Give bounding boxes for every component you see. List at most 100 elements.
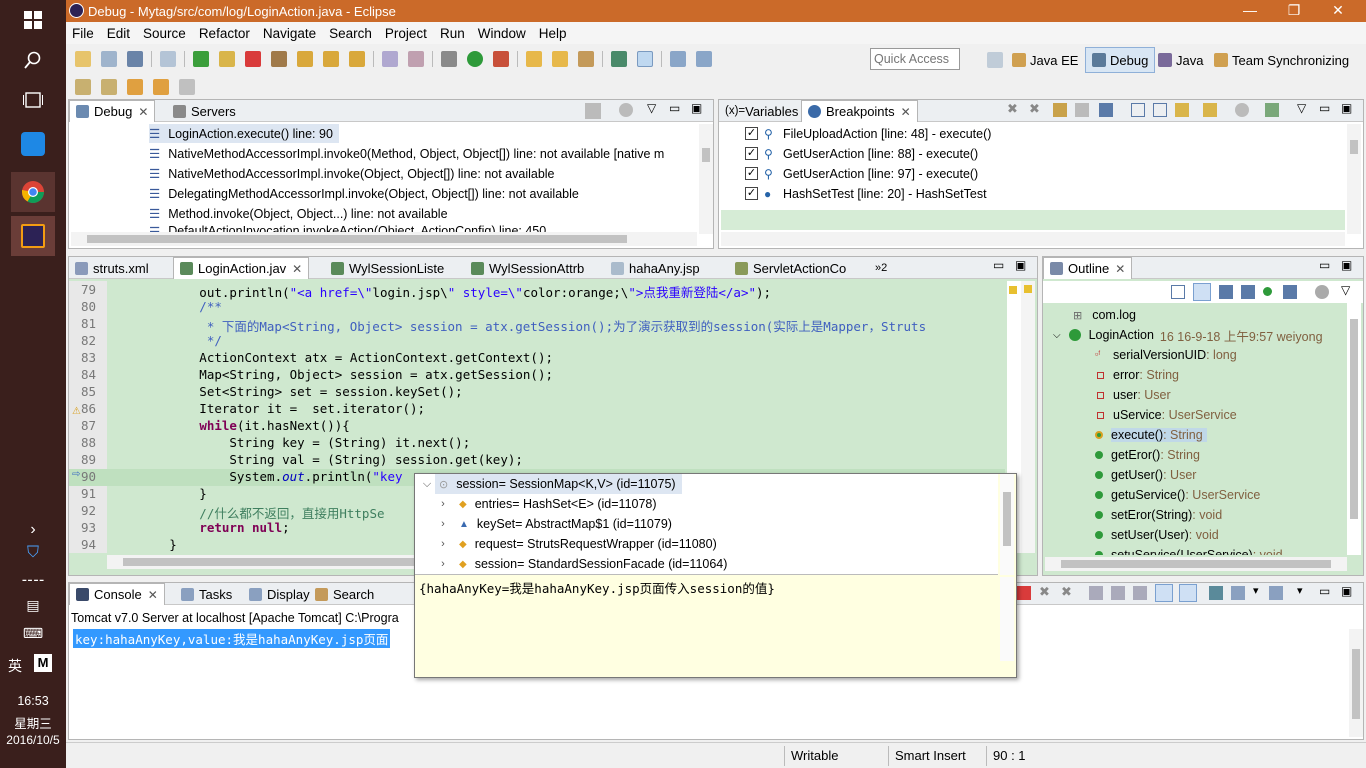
clock-time[interactable]: 16:53 xyxy=(0,694,66,708)
variable-row[interactable]: › ◆ request= StrutsRequestWrapper (id=1108… xyxy=(435,534,717,554)
minimize-view-icon[interactable]: ▭ xyxy=(669,101,680,115)
word-wrap-icon[interactable] xyxy=(1133,586,1147,600)
tab-servletactionco[interactable]: ServletActionCo xyxy=(729,257,852,279)
hide-fields-icon[interactable] xyxy=(1219,285,1233,299)
mark-occurrences-icon[interactable] xyxy=(637,51,653,67)
prev-annotation-icon[interactable] xyxy=(101,79,117,95)
keyboard-icon[interactable]: ⌨ xyxy=(11,620,55,646)
minimize-view-icon[interactable]: ▭ xyxy=(1319,258,1330,272)
breakpoint-checkbox[interactable]: ✓ xyxy=(745,147,758,160)
expand-arrow-icon[interactable]: › xyxy=(435,498,451,510)
view-dropdown-icon[interactable]: ▽ xyxy=(1341,283,1350,297)
code-line[interactable]: 86 Iterator it = set.iterator(); xyxy=(69,401,1005,418)
collapse-all-icon[interactable] xyxy=(1153,103,1167,117)
outline-package[interactable]: ⊞ com.log xyxy=(1073,305,1136,325)
breakpoint-checkbox[interactable]: ✓ xyxy=(745,127,758,140)
console-vertical-scrollbar[interactable] xyxy=(1349,629,1363,737)
external-tools-icon[interactable] xyxy=(493,51,509,67)
view-dropdown-icon[interactable]: ▽ xyxy=(647,101,656,115)
notification-icon[interactable]: ▤ xyxy=(11,592,55,618)
maximize-view-icon[interactable]: ▣ xyxy=(1015,258,1026,272)
step-over-icon[interactable] xyxy=(323,51,339,67)
tab-debug[interactable]: Debug ✕ xyxy=(69,100,156,122)
save-icon[interactable] xyxy=(101,51,117,67)
outline-class[interactable]: ⌵ LoginAction 16 16-9-18 上午9:57 weiyong xyxy=(1053,325,1323,345)
variable-tree-scrollbar[interactable] xyxy=(1000,474,1014,575)
resume-icon[interactable] xyxy=(193,51,209,67)
link-editor-icon[interactable] xyxy=(1175,103,1189,117)
tab-tasks[interactable]: Tasks xyxy=(175,583,238,605)
tab-loginaction-java[interactable]: LoginAction.jav ✕ xyxy=(173,257,310,279)
maximize-view-icon[interactable]: ▣ xyxy=(1341,258,1352,272)
sort-icon[interactable] xyxy=(1193,283,1211,301)
tab-console[interactable]: Console ✕ xyxy=(69,583,165,605)
show-on-stdout-icon[interactable] xyxy=(1155,584,1173,602)
app-icon[interactable] xyxy=(11,124,55,164)
breakpoint-checkbox[interactable]: ✓ xyxy=(745,187,758,200)
code-line[interactable]: 85 Set<String> set = session.keySet(); xyxy=(69,384,1005,401)
variable-row[interactable]: › ◆ entries= HashSet<E> (id=11078) xyxy=(435,494,656,514)
maximize-icon[interactable]: ❐ xyxy=(1277,2,1311,19)
debug-vertical-scrollbar[interactable] xyxy=(699,124,713,234)
variable-value-detail[interactable]: {hahaAnyKey=我是hahaAnyKey.jsp页面传入session的… xyxy=(419,578,775,597)
menu-source[interactable]: Source xyxy=(143,26,186,41)
maximize-view-icon[interactable]: ▣ xyxy=(1341,101,1352,115)
windows-start-icon[interactable] xyxy=(11,0,55,40)
tab-search[interactable]: Search xyxy=(309,583,380,605)
collapse-all-icon[interactable] xyxy=(1171,285,1185,299)
save-all-icon[interactable] xyxy=(127,51,143,67)
variable-row-session[interactable]: ⌵ ⊙ session= SessionMap<K,V> (id=11075) xyxy=(415,474,998,494)
breakpoint-detail-area[interactable] xyxy=(721,210,1345,230)
run-icon[interactable] xyxy=(467,51,483,67)
breakpoint-item[interactable]: ✓ ● HashSetTest [line: 20] - HashSetTest xyxy=(745,184,987,203)
task-view-icon[interactable] xyxy=(11,80,55,120)
input-language[interactable]: 英 xyxy=(8,656,22,676)
tab-servers[interactable]: Servers xyxy=(167,100,242,122)
expand-arrow-icon[interactable]: › xyxy=(435,538,451,550)
outline-member[interactable]: getEror() : String xyxy=(1095,445,1200,465)
close-tab-icon[interactable]: ✕ xyxy=(148,588,158,602)
view-menu-icon[interactable] xyxy=(619,103,633,117)
menu-refactor[interactable]: Refactor xyxy=(199,26,250,41)
breakpoints-horizontal-scrollbar[interactable] xyxy=(721,232,1345,246)
search-icon[interactable] xyxy=(11,40,55,80)
chrome-icon[interactable] xyxy=(11,172,55,212)
maximize-view-icon[interactable]: ▣ xyxy=(1341,584,1352,598)
breakpoint-checkbox[interactable]: ✓ xyxy=(745,167,758,180)
maximize-view-icon[interactable]: ▣ xyxy=(691,101,702,115)
tab-overflow[interactable]: »2 xyxy=(869,257,893,279)
back-icon[interactable] xyxy=(153,79,169,95)
stack-frame[interactable]: ☰ Method.invoke(Object, Object...) line: … xyxy=(149,204,448,223)
tab-breakpoints[interactable]: Breakpoints ✕ xyxy=(801,100,918,122)
code-line[interactable]: 80 /** xyxy=(69,299,1005,316)
eclipse-taskbar-icon[interactable] xyxy=(11,216,55,256)
outline-vertical-scrollbar[interactable] xyxy=(1347,303,1361,555)
outline-member[interactable]: setUser(User) : void xyxy=(1095,525,1219,545)
outline-member[interactable]: getUser() : User xyxy=(1095,465,1196,485)
hide-static-icon[interactable] xyxy=(1241,285,1255,299)
expand-arrow-icon[interactable]: › xyxy=(435,558,451,570)
disconnect-icon[interactable] xyxy=(271,51,287,67)
stack-frame[interactable]: ☰ LoginAction.execute() line: 90 xyxy=(149,124,339,143)
tab-display[interactable]: Display xyxy=(243,583,316,605)
expand-arrow-icon[interactable]: › xyxy=(435,518,451,530)
close-tab-icon[interactable]: ✕ xyxy=(138,105,148,119)
quick-access-input[interactable] xyxy=(870,48,960,70)
variable-row[interactable]: › ▲ keySet= AbstractMap$1 (id=11079) xyxy=(435,514,672,534)
outline-member[interactable]: user : User xyxy=(1095,385,1171,405)
block-select-icon[interactable] xyxy=(670,51,686,67)
breakpoint-item[interactable]: ✓ ⚲ GetUserAction [line: 97] - execute() xyxy=(745,164,978,183)
view-menu-icon[interactable] xyxy=(1235,103,1249,117)
stack-frame[interactable]: ☰ DelegatingMethodAccessorImpl.invoke(Obj… xyxy=(149,184,579,203)
add-java-exception-icon[interactable] xyxy=(1203,103,1217,117)
step-into-icon[interactable] xyxy=(297,51,313,67)
show-supported-icon[interactable] xyxy=(1053,103,1067,117)
drop-to-frame-icon[interactable] xyxy=(382,51,398,67)
hide-nonpublic-icon[interactable] xyxy=(1263,287,1272,296)
search-tool-icon[interactable] xyxy=(578,51,594,67)
close-tab-icon[interactable]: ✕ xyxy=(292,262,302,276)
pin-console-icon[interactable] xyxy=(1209,586,1223,600)
open-task-icon[interactable] xyxy=(552,51,568,67)
code-line[interactable]: 83 ActionContext atx = ActionContext.get… xyxy=(69,350,1005,367)
tab-wylsessionliste[interactable]: WylSessionListe xyxy=(325,257,450,279)
